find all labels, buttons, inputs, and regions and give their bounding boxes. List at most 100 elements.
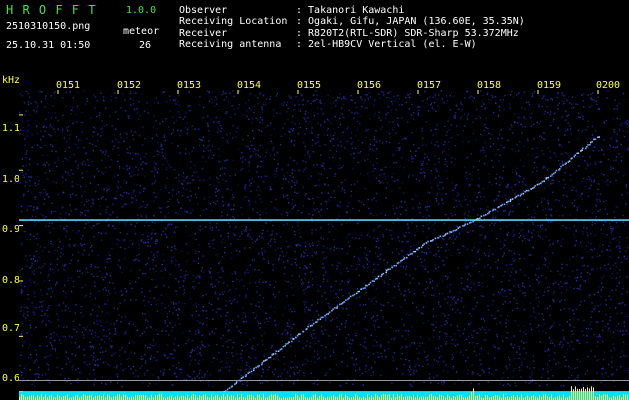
noise-dot <box>615 307 617 309</box>
noise-dot <box>543 323 546 326</box>
noise-dot <box>552 179 555 181</box>
noise-dot <box>520 123 522 125</box>
noise-dot <box>596 201 599 203</box>
noise-dot <box>434 95 436 97</box>
noise-dot <box>487 210 490 212</box>
noise-dot <box>208 302 210 304</box>
noise-dot <box>25 173 27 175</box>
noise-dot <box>528 231 530 233</box>
noise-dot <box>478 160 481 162</box>
noise-dot <box>246 115 248 117</box>
noise-dot <box>189 234 191 237</box>
noise-dot <box>345 98 347 100</box>
noise-dot <box>235 131 238 133</box>
noise-dot <box>276 152 278 154</box>
noise-dot <box>110 159 112 161</box>
noise-dot <box>195 171 197 174</box>
noise-dot <box>280 247 282 250</box>
noise-dot <box>102 351 104 353</box>
noise-dot <box>212 201 215 203</box>
noise-dot <box>236 250 238 252</box>
noise-dot <box>273 158 276 160</box>
noise-dot <box>189 182 191 184</box>
noise-dot <box>48 381 51 384</box>
noise-dot <box>142 272 144 275</box>
noise-dot <box>501 101 503 103</box>
noise-dot <box>109 364 111 367</box>
noise-dot <box>21 120 23 122</box>
noise-dot <box>85 223 87 225</box>
noise-dot <box>283 175 285 177</box>
noise-dot <box>60 255 62 258</box>
noise-dot <box>409 383 411 385</box>
noise-dot <box>332 96 334 99</box>
noise-dot <box>546 349 548 352</box>
noise-dot <box>350 184 352 186</box>
noise-dot <box>81 172 83 175</box>
noise-dot <box>192 275 194 277</box>
noise-dot <box>72 110 74 112</box>
noise-dot <box>43 217 45 220</box>
noise-dot <box>480 225 482 227</box>
noise-dot <box>258 235 261 238</box>
noise-dot <box>543 132 545 134</box>
noise-dot <box>31 215 33 218</box>
noise-dot <box>577 138 579 140</box>
noise-dot <box>366 107 368 109</box>
noise-dot <box>140 240 142 242</box>
noise-dot <box>197 257 200 259</box>
noise-dot <box>78 230 80 232</box>
noise-dot <box>385 274 387 276</box>
noise-dot <box>433 359 436 361</box>
noise-dot <box>391 103 394 105</box>
noise-dot <box>333 238 335 241</box>
noise-dot <box>222 345 224 347</box>
noise-dot <box>373 136 376 138</box>
noise-dot <box>66 363 68 365</box>
noise-dot <box>245 321 248 323</box>
noise-dot <box>422 100 424 102</box>
noise-dot <box>516 143 518 146</box>
noise-dot <box>493 200 496 202</box>
noise-dot <box>248 179 251 182</box>
noise-dot <box>261 119 263 121</box>
noise-dot <box>357 112 359 114</box>
noise-dot <box>617 329 619 332</box>
noise-dot <box>455 206 458 208</box>
noise-dot <box>396 368 398 370</box>
noise-dot <box>332 226 334 228</box>
noise-dot <box>382 304 384 306</box>
noise-dot <box>230 208 232 211</box>
noise-dot <box>439 188 441 191</box>
noise-dot <box>253 105 255 108</box>
noise-dot <box>90 313 92 315</box>
noise-dot <box>512 346 514 349</box>
noise-dot <box>62 181 64 183</box>
noise-dot <box>201 309 204 312</box>
noise-dot <box>256 166 259 168</box>
noise-dot <box>229 175 232 177</box>
noise-dot <box>165 169 168 171</box>
noise-dot <box>425 206 427 209</box>
noise-dot <box>207 125 209 128</box>
noise-dot <box>592 136 595 139</box>
noise-dot <box>130 223 132 225</box>
noise-dot <box>382 234 384 236</box>
noise-dot <box>226 357 229 359</box>
noise-dot <box>262 382 264 384</box>
noise-dot <box>81 212 83 214</box>
noise-dot <box>550 221 552 223</box>
noise-dot <box>324 292 326 294</box>
noise-dot <box>341 280 343 282</box>
noise-dot <box>554 352 556 354</box>
noise-dot <box>329 248 332 250</box>
noise-dot <box>405 330 408 332</box>
noise-dot <box>68 174 70 176</box>
noise-dot <box>218 281 220 283</box>
noise-dot <box>137 169 140 171</box>
noise-dot <box>329 290 332 292</box>
noise-dot <box>548 349 550 351</box>
noise-dot <box>305 167 307 169</box>
noise-dot <box>536 147 538 149</box>
noise-dot <box>484 218 486 220</box>
